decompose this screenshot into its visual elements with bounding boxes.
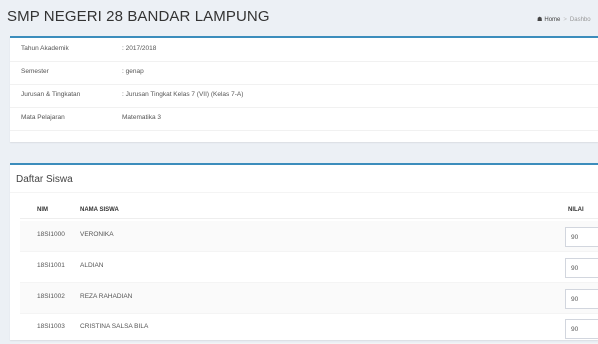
grade-input[interactable]: 90 xyxy=(565,319,598,339)
breadcrumb-separator: > xyxy=(563,17,567,23)
breadcrumb-current[interactable]: Dashbo xyxy=(570,17,591,23)
divider xyxy=(10,192,598,193)
table-row: 18SI1000 VERONIKA 90 xyxy=(20,221,598,252)
info-value: : genap xyxy=(122,68,144,75)
class-info-box: Tahun Akademik : 2017/2018 Semester : ge… xyxy=(10,36,598,142)
student-name: VERONIKA xyxy=(80,231,114,238)
info-label: Semester xyxy=(21,68,49,75)
column-header-nim: NIM xyxy=(37,207,48,213)
student-nim: 18SI1003 xyxy=(37,323,65,330)
list-title: Daftar Siswa xyxy=(16,174,73,185)
info-value: : Jurusan Tingkat Kelas 7 (VII) (Kelas 7… xyxy=(122,91,244,98)
home-icon: ☗ xyxy=(537,17,543,23)
student-nim: 18SI1000 xyxy=(37,231,65,238)
student-name: CRISTINA SALSA BILA xyxy=(80,323,149,330)
info-row-semester: Semester : genap xyxy=(10,61,598,85)
divider xyxy=(20,218,598,219)
student-name: REZA RAHADIAN xyxy=(80,293,133,300)
column-header-nilai: NILAI xyxy=(568,207,584,213)
info-label: Jurusan & Tingkatan xyxy=(21,91,81,98)
student-name: ALDIAN xyxy=(80,262,104,269)
table-row: 18SI1002 REZA RAHADIAN 90 xyxy=(20,283,598,314)
table-row: 18SI1003 CRISTINA SALSA BILA 90 xyxy=(20,313,598,344)
content-header: SMP NEGERI 28 BANDAR LAMPUNG ☗ Home > Dashb… xyxy=(0,0,598,34)
table-row: 18SI1001 ALDIAN 90 xyxy=(20,252,598,283)
info-value: : 2017/2018 xyxy=(122,45,157,52)
info-row-academic-year: Tahun Akademik : 2017/2018 xyxy=(10,38,598,62)
info-row-major-level: Jurusan & Tingkatan : Jurusan Tingkat Ke… xyxy=(10,84,598,108)
info-label: Mata Pelajaran xyxy=(21,114,65,121)
student-list-box: Daftar Siswa NIM NAMA SISWA NILAI 18SI10… xyxy=(10,163,598,344)
breadcrumb: ☗ Home > Dashbo xyxy=(537,16,591,23)
grade-input[interactable]: 90 xyxy=(565,289,598,309)
page-title: SMP NEGERI 28 BANDAR LAMPUNG xyxy=(7,8,270,25)
info-row-subject: Mata Pelajaran Matematika 3 xyxy=(10,107,598,131)
student-nim: 18SI1002 xyxy=(37,293,65,300)
student-table-body: 18SI1000 VERONIKA 90 18SI1001 ALDIAN 90 … xyxy=(10,221,598,344)
student-nim: 18SI1001 xyxy=(37,262,65,269)
grade-input[interactable]: 90 xyxy=(565,258,598,278)
column-header-nama: NAMA SISWA xyxy=(80,207,119,213)
info-label: Tahun Akademik xyxy=(21,45,69,52)
info-value: Matematika 3 xyxy=(122,114,162,121)
breadcrumb-home-link[interactable]: Home xyxy=(544,17,560,23)
grade-input[interactable]: 90 xyxy=(565,227,598,247)
